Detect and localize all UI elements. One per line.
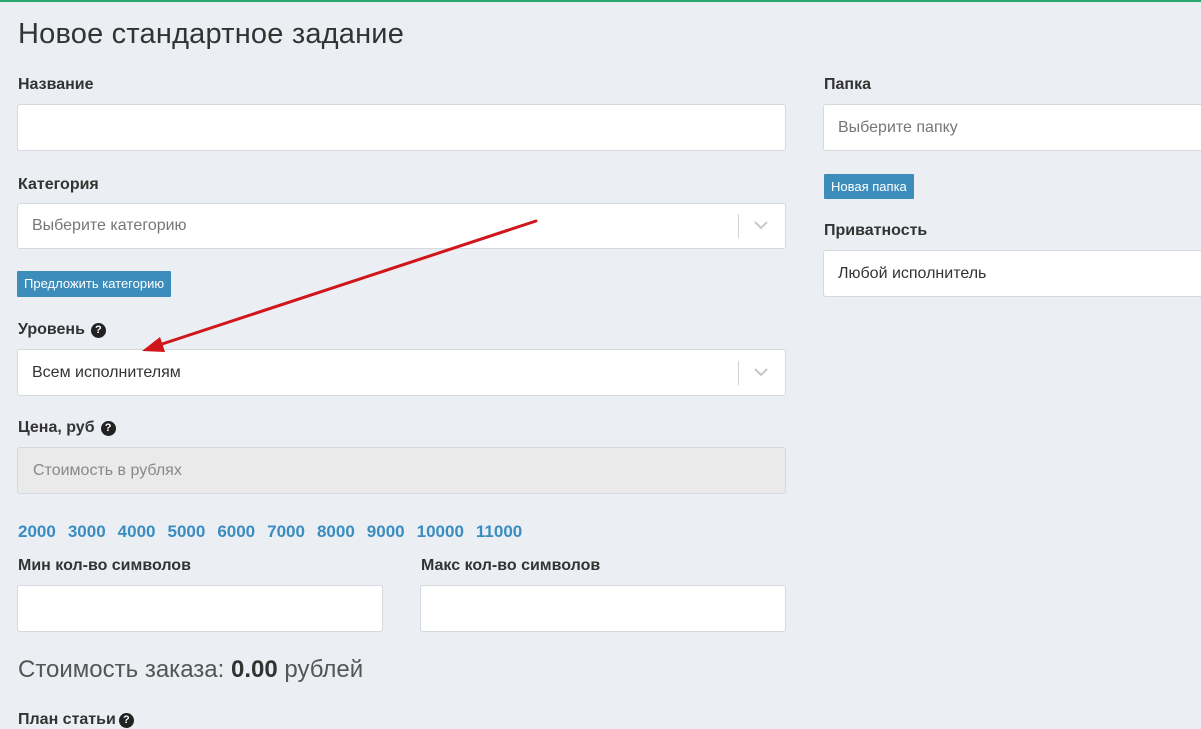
annotation-arrow xyxy=(142,219,538,352)
